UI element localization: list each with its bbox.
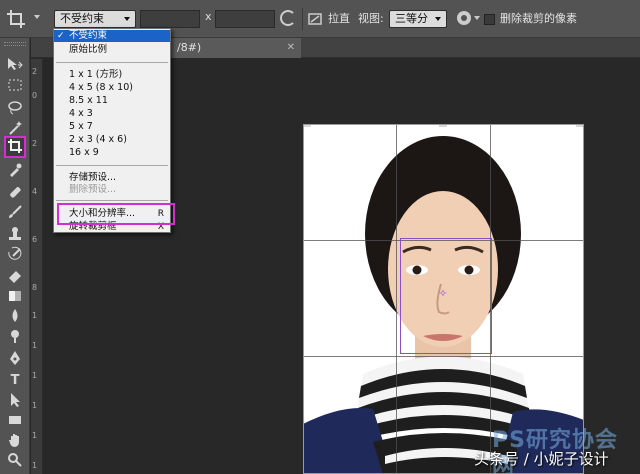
crop-tool-preset-icon[interactable] [6,9,32,29]
width-input[interactable] [140,10,200,28]
panel-grip[interactable] [4,42,26,46]
menu-item-ratio-5x7[interactable]: 5 x 7 [54,121,170,133]
ruler-number: 1 [32,371,38,380]
crop-tool-icon[interactable] [4,136,26,158]
chevron-down-icon [124,17,130,21]
hand-tool-icon[interactable] [5,432,25,450]
straighten-icon[interactable] [308,11,322,25]
straighten-label[interactable]: 拉直 [328,12,350,26]
photoshop-window: 不受约束 x 拉直 视图: 三等分 删除裁剪的像素 T /8#) ✕ 2 0 2… [0,0,640,474]
view-select[interactable]: 三等分 [389,10,447,28]
check-icon: ✓ [57,31,65,41]
view-select-value: 三等分 [395,12,428,25]
ruler-number: 6 [32,235,38,244]
menu-item-label: 2 x 3 (4 x 6) [69,134,127,145]
crop-handle[interactable] [303,124,311,127]
menu-item-ratio-2x3[interactable]: 2 x 3 (4 x 6) [54,134,170,146]
menu-item-label: 1 x 1 (方形) [69,69,123,80]
menu-item-label: 原始比例 [69,44,108,55]
menu-item-ratio-16x9[interactable]: 16 x 9 [54,147,170,159]
menu-item-ratio-4x3[interactable]: 4 x 3 [54,108,170,120]
ruler-number: 1 [32,401,38,410]
document-tab-title: /8#) [177,41,202,54]
menu-item-label: 5 x 7 [69,121,93,132]
eraser-tool-icon[interactable] [5,268,25,286]
height-input[interactable] [215,10,275,28]
gear-icon[interactable] [457,11,471,25]
menu-item-label: 8.5 x 11 [69,95,108,106]
crop-grid-line [396,124,397,474]
crop-handle[interactable] [576,124,584,127]
gear-caret-icon[interactable] [474,16,480,20]
menu-separator [56,165,168,166]
menu-item-label: 存储预设... [69,172,117,183]
menu-item-label: 删除预设... [69,184,117,195]
crop-center-icon: ✧ [438,287,448,300]
tool-preset-caret-icon[interactable] [34,15,40,19]
menu-item-ratio-4x5[interactable]: 4 x 5 (8 x 10) [54,82,170,94]
zoom-tool-icon[interactable] [5,452,25,470]
menu-separator [56,62,168,63]
ruler-number: 2 [32,67,38,76]
blur-tool-icon[interactable] [5,308,25,326]
clear-icon[interactable] [280,10,296,26]
menu-item-delete-preset: 删除预设... [54,184,170,196]
gradient-tool-icon[interactable] [5,288,25,306]
move-tool-icon[interactable] [5,56,25,74]
watermark-credit: 头条号 / 小妮子设计 [474,450,609,468]
history-brush-tool-icon[interactable] [5,246,25,264]
crop-grid-line [303,356,584,357]
crop-handle[interactable] [439,124,447,127]
ruler-number: 1 [32,431,38,440]
marquee-tool-icon[interactable] [5,78,25,96]
menu-item-unconstrained[interactable]: ✓ 不受约束 [54,30,170,42]
menu-item-ratio-1x1[interactable]: 1 x 1 (方形) [54,69,170,81]
ratio-select[interactable]: 不受约束 [54,10,136,28]
divider [302,8,303,30]
menu-item-label: 16 x 9 [69,147,99,158]
ratio-select-value: 不受约束 [60,12,104,25]
vertical-ruler[interactable]: 2 0 2 4 6 8 1 1 1 1 1 1 [31,59,43,474]
menu-item-original-ratio[interactable]: 原始比例 [54,44,170,56]
eyedropper-tool-icon[interactable] [5,162,25,180]
view-label: 视图: [358,12,384,25]
ruler-number: 1 [32,461,38,470]
menu-item-save-preset[interactable]: 存储预设... [54,172,170,184]
menu-item-label: 不受约束 [69,30,108,41]
type-tool-icon[interactable]: T [5,372,25,390]
lasso-tool-icon[interactable] [5,100,25,118]
menu-item-label: 4 x 3 [69,108,93,119]
ruler-number: 1 [32,311,38,320]
delete-cropped-label[interactable]: 删除裁剪的像素 [500,12,577,26]
rectangle-tool-icon[interactable] [5,412,25,430]
pen-tool-icon[interactable] [5,350,25,368]
swap-dimensions-button[interactable]: x [205,10,212,23]
ruler-number: 0 [32,91,38,100]
ruler-number: 8 [32,283,38,292]
menu-item-ratio-8-5x11[interactable]: 8.5 x 11 [54,95,170,107]
healing-brush-tool-icon[interactable] [5,184,25,202]
ruler-number: 1 [32,341,38,350]
chevron-down-icon [435,17,441,21]
annotation-highlight-box [57,203,175,225]
clone-stamp-tool-icon[interactable] [5,226,25,244]
document-tab[interactable]: /8#) ✕ [171,38,301,58]
brush-tool-icon[interactable] [5,204,25,222]
dodge-tool-icon[interactable] [5,328,25,346]
ruler-number: 2 [32,139,38,148]
ruler-number: 4 [32,187,38,196]
close-icon[interactable]: ✕ [287,38,295,58]
tools-panel: T [0,38,30,474]
path-selection-tool-icon[interactable] [5,392,25,410]
menu-item-label: 4 x 5 (8 x 10) [69,82,133,93]
delete-cropped-checkbox[interactable] [484,14,495,25]
menu-separator [56,200,168,201]
